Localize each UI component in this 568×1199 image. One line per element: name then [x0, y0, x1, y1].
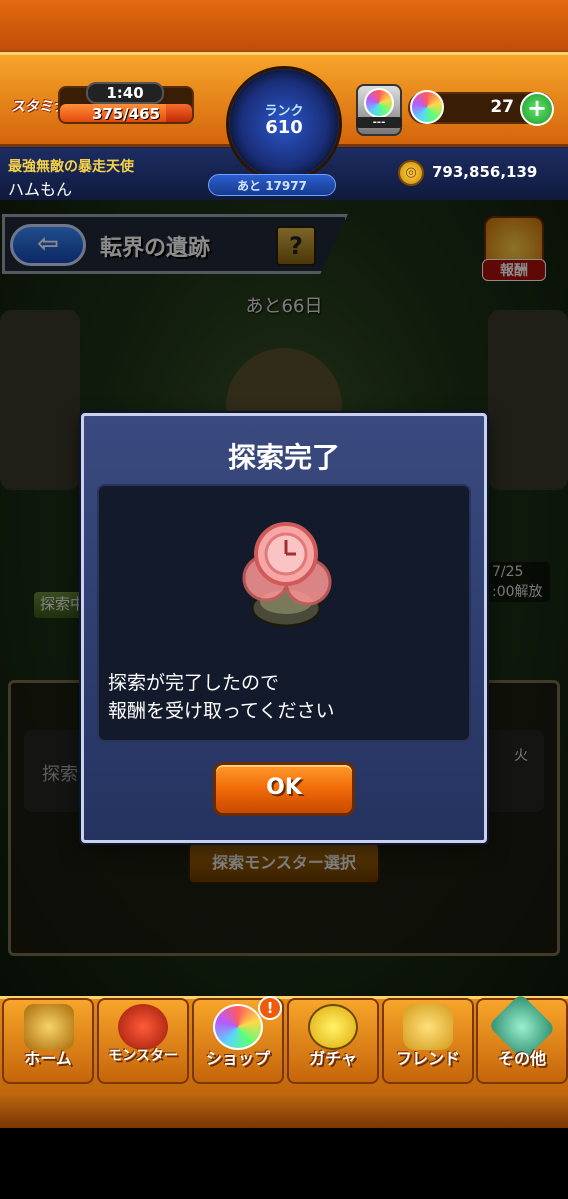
- friend-icon: [403, 1004, 453, 1050]
- player-title: 最強無敵の暴走天使: [8, 159, 134, 175]
- rank-next-exp: あと 17977: [237, 179, 307, 193]
- dialog-message-line-2: 報酬を受け取ってください: [108, 700, 335, 722]
- shop-notification-badge: !: [258, 996, 282, 1020]
- orb-device-orb-icon: [364, 88, 394, 118]
- dialog-message-line-1: 探索が完了したので: [108, 672, 280, 694]
- rank-value: 610: [265, 117, 303, 138]
- nav-monster-label: モンスター: [108, 1048, 178, 1064]
- nav-friend-label: フレンド: [395, 1049, 460, 1068]
- orb-device-text: ---: [356, 117, 402, 128]
- dialog-title: 探索完了: [227, 441, 340, 474]
- nav-shop-label: ショップ: [205, 1049, 270, 1068]
- coin-value: 793,856,139: [432, 163, 538, 181]
- clock-gear-icon: [242, 522, 332, 628]
- add-orb-button[interactable]: +: [520, 92, 554, 126]
- system-bar: [0, 1128, 568, 1199]
- home-icon: [24, 1004, 74, 1050]
- orb-count: 27: [490, 97, 514, 117]
- ok-button[interactable]: OK: [213, 762, 355, 816]
- stamina-value: 375/465: [91, 105, 161, 123]
- monster-icon: [118, 1004, 168, 1050]
- bottom-nav-base: [0, 1092, 568, 1128]
- gacha-egg-icon: [308, 1004, 358, 1050]
- nav-other-label: その他: [497, 1049, 546, 1068]
- player-name: ハムもん: [8, 180, 73, 199]
- nav-gacha-label: ガチャ: [309, 1049, 357, 1068]
- shop-orb-icon: [213, 1004, 263, 1050]
- nav-home-label: ホーム: [24, 1049, 72, 1068]
- stamina-timer: 1:40: [106, 84, 144, 102]
- coin-icon: ◎: [398, 160, 424, 186]
- orb-icon: [410, 90, 444, 124]
